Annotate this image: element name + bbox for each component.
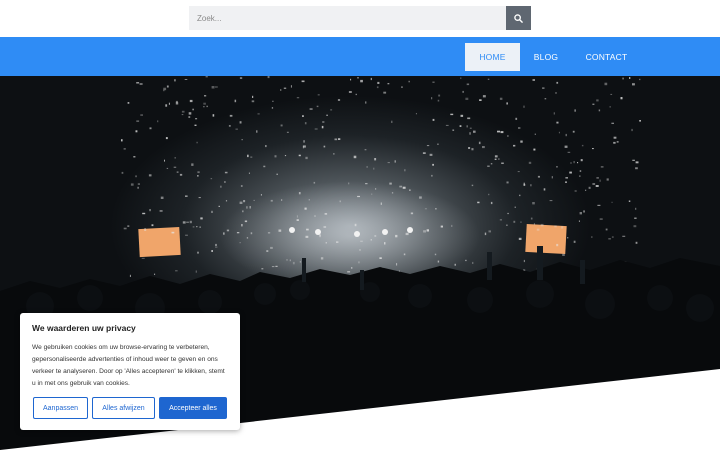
cookie-actions: Aanpassen Alles afwijzen Accepteer alles xyxy=(33,397,227,419)
customize-button[interactable]: Aanpassen xyxy=(33,397,88,419)
cookie-consent-banner: We waarderen uw privacy We gebruiken coo… xyxy=(20,313,240,430)
top-search-bar xyxy=(0,0,720,37)
nav-item-home[interactable]: HOME xyxy=(465,43,520,71)
search-form xyxy=(189,6,531,30)
cookie-description: We gebruiken cookies om uw browse-ervari… xyxy=(32,344,225,387)
search-input[interactable] xyxy=(189,6,506,30)
nav-item-blog[interactable]: BLOG xyxy=(528,43,564,71)
main-navigation: HOME BLOG CONTACT xyxy=(0,37,720,76)
cookie-title: We waarderen uw privacy xyxy=(32,323,136,333)
nav-item-contact[interactable]: CONTACT xyxy=(580,43,633,71)
accept-all-button[interactable]: Accepteer alles xyxy=(159,397,227,419)
search-icon xyxy=(514,13,523,23)
reject-all-button[interactable]: Alles afwijzen xyxy=(92,397,155,419)
search-button[interactable] xyxy=(506,6,531,30)
